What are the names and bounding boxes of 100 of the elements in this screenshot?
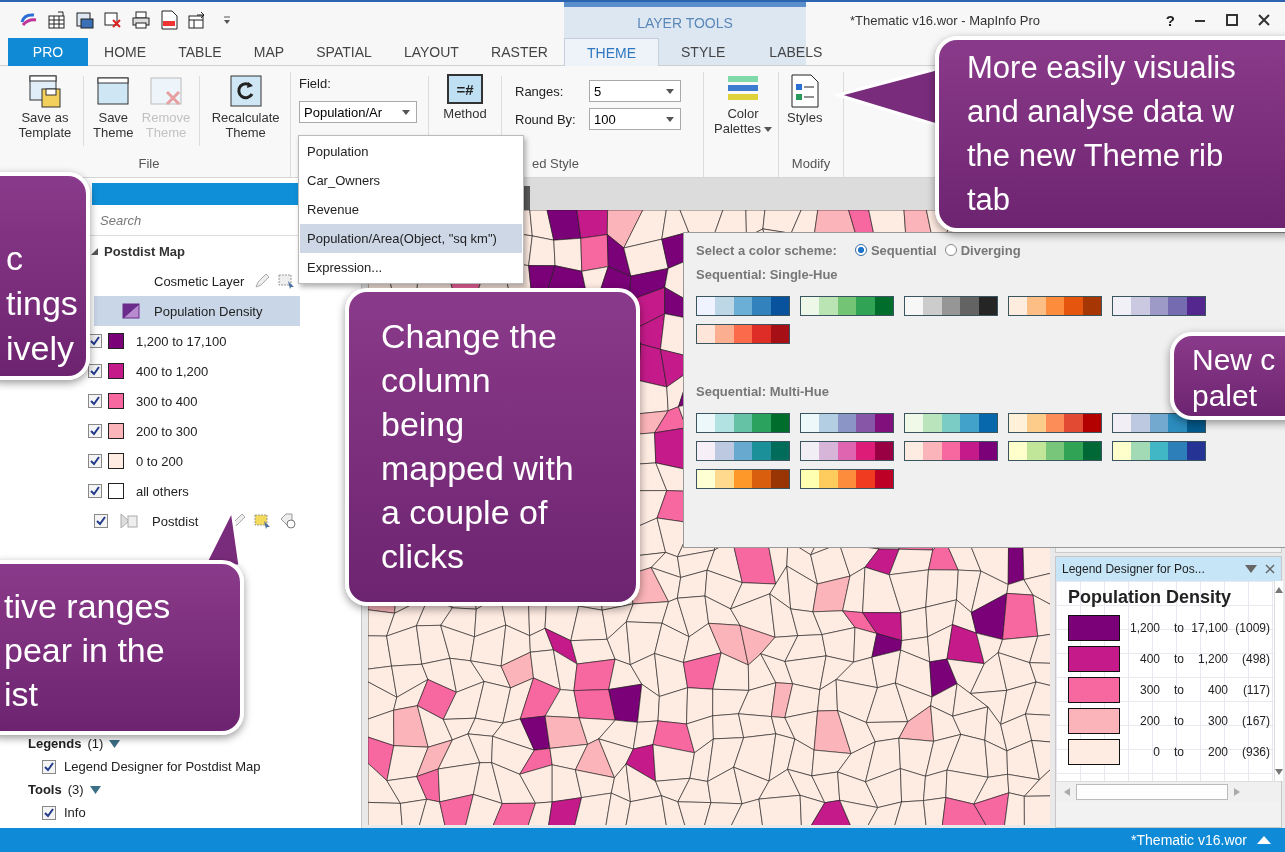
selection-icon[interactable] — [278, 273, 296, 289]
save-as-template-button[interactable]: Save as Template — [14, 72, 76, 142]
selection-icon[interactable] — [254, 513, 272, 529]
range-count: (1009) — [1234, 620, 1270, 635]
checkbox[interactable] — [94, 514, 108, 528]
radio-button[interactable] — [854, 244, 867, 256]
map-node-label[interactable]: Postdist Map — [104, 243, 185, 259]
color-ramp[interactable] — [800, 441, 894, 461]
color-ramp[interactable] — [1008, 413, 1102, 433]
label-tool-icon[interactable] — [280, 513, 296, 529]
menu-item[interactable]: Revenue — [300, 195, 522, 224]
color-ramp[interactable] — [1008, 441, 1102, 461]
styles-button[interactable]: Styles — [785, 72, 825, 127]
callout-text: New c palet — [1192, 342, 1277, 414]
expand-triangle-icon[interactable] — [109, 739, 121, 748]
printer-icon[interactable] — [132, 11, 150, 29]
window-title: *Thematic v16.wor - MapInfo Pro — [850, 12, 1041, 28]
window-item[interactable]: Legend Designer for Postdist Map — [64, 759, 261, 774]
menu-item[interactable]: Car_Owners — [300, 166, 522, 195]
color-ramp[interactable] — [696, 296, 790, 316]
color-ramp[interactable] — [1008, 296, 1102, 316]
pdf-icon[interactable] — [160, 10, 178, 30]
layer-row[interactable]: Postdist — [94, 506, 300, 536]
app-logo-icon[interactable] — [20, 12, 38, 28]
checkbox[interactable] — [88, 394, 102, 408]
method-button[interactable]: =# Method — [436, 72, 494, 123]
export-icon[interactable] — [188, 11, 206, 29]
theme-icon — [122, 303, 140, 319]
range-start: 400 — [1138, 651, 1160, 666]
ribbon-tab[interactable]: HOME — [88, 38, 163, 66]
range-label: 400 to 1,200 — [136, 363, 209, 379]
checkbox[interactable] — [42, 805, 56, 820]
section-count: (3) — [67, 782, 84, 797]
color-ramp[interactable] — [696, 324, 790, 344]
save-theme-button[interactable]: Save Theme — [90, 72, 136, 142]
table-icon[interactable] — [48, 11, 66, 29]
radio-button[interactable] — [944, 244, 957, 256]
caret-icon — [666, 116, 674, 122]
section-title: Tools — [28, 782, 62, 797]
field-dropdown[interactable]: Population/Ar — [299, 101, 417, 123]
radio-label[interactable]: Sequential — [870, 242, 937, 258]
ranges-dropdown[interactable]: 5 — [589, 80, 681, 102]
layer-name: Cosmetic Layer — [154, 273, 245, 289]
color-ramp[interactable] — [800, 469, 894, 489]
checkbox[interactable] — [88, 454, 102, 468]
layer-name: Population Density — [154, 303, 263, 319]
ribbon-tab[interactable]: SPATIAL — [300, 38, 388, 66]
color-ramp[interactable] — [1112, 441, 1206, 461]
close-table-icon[interactable] — [104, 11, 122, 29]
color-ramp[interactable] — [904, 413, 998, 433]
expand-triangle-icon[interactable] — [89, 785, 101, 794]
ribbon-tab[interactable]: PRO — [8, 38, 88, 66]
scroll-up-icon[interactable] — [1275, 587, 1283, 593]
checklist-icon — [789, 74, 820, 108]
ribbon-tab[interactable]: LAYOUT — [387, 38, 475, 66]
expand-up-icon[interactable] — [1257, 836, 1271, 844]
checkbox[interactable] — [42, 759, 56, 774]
maximize-icon[interactable] — [1225, 13, 1239, 27]
scroll-down-icon[interactable] — [1275, 769, 1283, 775]
checkbox[interactable] — [88, 484, 102, 498]
ribbon-tab[interactable]: THEME — [564, 38, 659, 66]
window-item[interactable]: Info — [64, 805, 86, 820]
color-ramp[interactable] — [696, 413, 790, 433]
color-ramp[interactable] — [800, 296, 894, 316]
customize-caret-icon[interactable] — [222, 15, 232, 25]
color-ramp[interactable] — [904, 441, 998, 461]
range-count: (117) — [1241, 682, 1270, 697]
menu-item[interactable]: Population — [300, 137, 522, 166]
save-icon[interactable] — [76, 11, 94, 29]
radio-label[interactable]: Diverging — [960, 242, 1021, 258]
color-ramp[interactable] — [800, 413, 894, 433]
close-icon[interactable] — [1257, 13, 1271, 27]
checkbox[interactable] — [88, 424, 102, 438]
ribbon-tab[interactable]: LABELS — [747, 38, 845, 66]
color-ramp[interactable] — [904, 296, 998, 316]
checkbox[interactable] — [88, 364, 102, 378]
legend-title: Population Density — [1068, 587, 1232, 608]
color-palettes-button[interactable]: Color Palettes — [710, 72, 776, 138]
color-ramp[interactable] — [1112, 413, 1206, 433]
expand-triangle-icon[interactable] — [90, 246, 99, 256]
ribbon-tab[interactable]: STYLE — [659, 38, 748, 66]
document-name: *Thematic v16.wor — [1131, 832, 1247, 848]
dropdown-caret-icon[interactable] — [1245, 565, 1257, 573]
ribbon-tab[interactable]: MAP — [237, 38, 301, 66]
recalculate-theme-button[interactable]: Recalculate Theme — [207, 72, 284, 142]
color-ramp[interactable] — [696, 469, 790, 489]
range-label: 0 to 200 — [136, 453, 183, 469]
help-button[interactable]: ? — [1165, 11, 1175, 29]
ribbon-tab[interactable]: TABLE — [162, 38, 238, 66]
caret-icon — [764, 127, 772, 133]
color-ramp[interactable] — [1112, 296, 1206, 316]
color-ramp[interactable] — [696, 441, 790, 461]
layer-row[interactable]: Population Density — [94, 296, 300, 326]
layer-row[interactable]: Cosmetic Layer — [94, 266, 300, 296]
menu-item[interactable]: Expression... — [300, 253, 522, 282]
vertical-scrollbar[interactable] — [1274, 581, 1283, 781]
round-by-dropdown[interactable]: 100 — [589, 108, 681, 130]
menu-item[interactable]: Population/Area(Object, "sq km") — [300, 224, 522, 253]
ribbon-tab[interactable]: RASTER — [475, 38, 564, 66]
theme-window-icon — [96, 74, 131, 108]
